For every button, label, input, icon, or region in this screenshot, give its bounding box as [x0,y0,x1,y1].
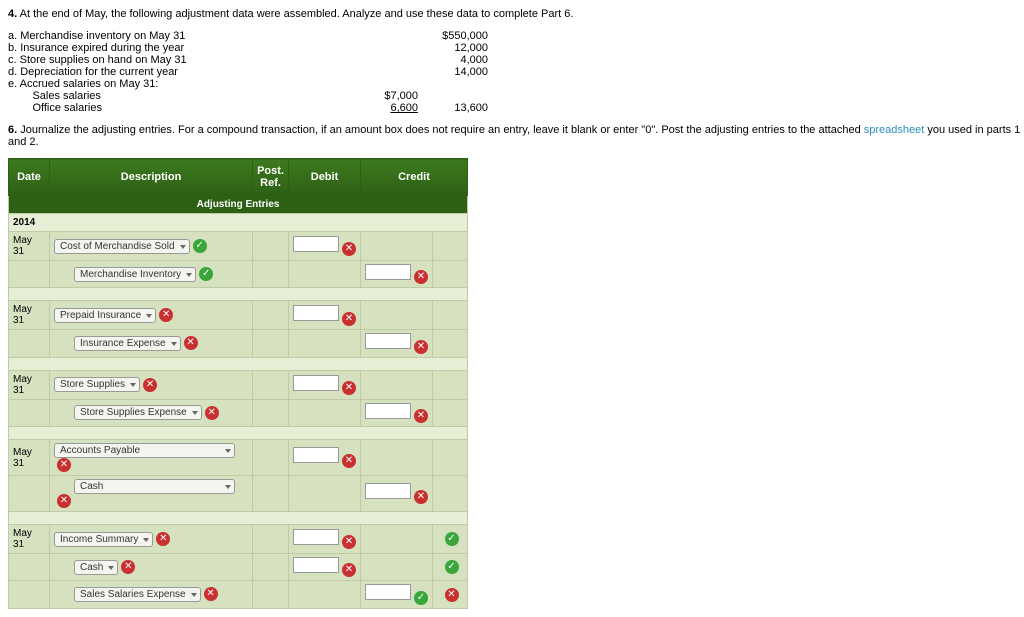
year-cell: 2014 [9,214,468,232]
x-icon: ✕ [159,308,173,322]
account-select[interactable]: Prepaid Insurance [54,308,156,323]
x-icon: ✕ [414,340,428,354]
x-icon: ✕ [342,381,356,395]
x-icon: ✕ [121,560,135,574]
x-icon: ✕ [184,336,198,350]
date-cell: May 31 [9,370,50,399]
check-icon: ✓ [414,591,428,605]
account-select[interactable]: Cash [74,479,235,494]
debit-input[interactable] [293,305,339,321]
debit-input[interactable] [293,447,339,463]
account-select[interactable]: Accounts Payable [54,443,235,458]
question-4-intro: 4. At the end of May, the following adju… [8,8,1024,20]
x-icon: ✕ [156,532,170,546]
account-select[interactable]: Store Supplies Expense [74,405,202,420]
x-icon: ✕ [342,454,356,468]
account-select[interactable]: Store Supplies [54,377,140,392]
credit-input[interactable] [365,333,411,349]
account-select[interactable]: Merchandise Inventory [74,267,196,282]
x-icon: ✕ [342,563,356,577]
credit-input[interactable] [365,584,411,600]
debit-input[interactable] [293,557,339,573]
date-cell: May 31 [9,525,50,554]
date-cell: May 31 [9,440,50,476]
check-icon: ✓ [193,239,207,253]
account-select[interactable]: Insurance Expense [74,336,181,351]
account-select[interactable]: Cost of Merchandise Sold [54,239,190,254]
x-icon: ✕ [57,458,71,472]
subheader-row: Adjusting Entries [9,196,468,214]
account-select[interactable]: Income Summary [54,532,153,547]
table-header-row: Date Description Post. Ref. Debit Credit [9,159,468,196]
credit-input[interactable] [365,483,411,499]
x-icon: ✕ [342,312,356,326]
x-icon: ✕ [205,406,219,420]
check-icon: ✓ [445,560,459,574]
journal-entry-table: Date Description Post. Ref. Debit Credit… [8,158,468,609]
x-icon: ✕ [414,409,428,423]
question-6-instruction: 6. Journalize the adjusting entries. For… [8,124,1024,148]
check-icon: ✓ [199,267,213,281]
x-icon: ✕ [414,490,428,504]
spreadsheet-link[interactable]: spreadsheet [864,124,925,136]
date-cell: May 31 [9,301,50,330]
check-icon: ✓ [445,532,459,546]
debit-input[interactable] [293,375,339,391]
x-icon: ✕ [57,494,71,508]
x-icon: ✕ [204,587,218,601]
x-icon: ✕ [414,270,428,284]
credit-input[interactable] [365,264,411,280]
adjustment-data-list: a. Merchandise inventory on May 31$550,0… [8,30,1024,114]
x-icon: ✕ [342,535,356,549]
debit-input[interactable] [293,529,339,545]
date-cell: May 31 [9,232,50,261]
credit-input[interactable] [365,403,411,419]
account-select[interactable]: Cash [74,560,118,575]
x-icon: ✕ [143,378,157,392]
x-icon: ✕ [342,242,356,256]
debit-input[interactable] [293,236,339,252]
